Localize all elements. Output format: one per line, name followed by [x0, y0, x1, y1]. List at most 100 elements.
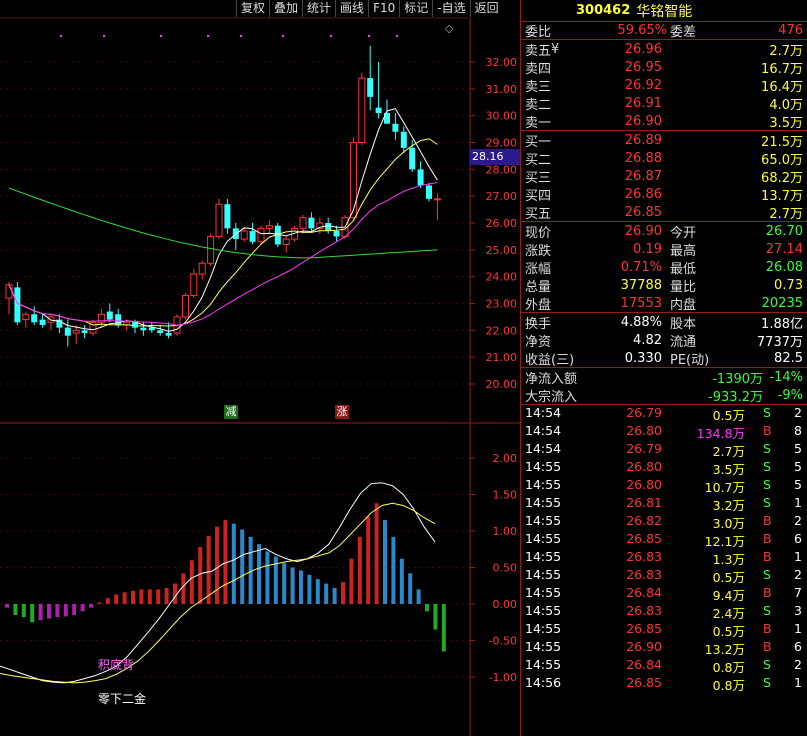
toolbar-button[interactable]: -自选 — [432, 0, 469, 17]
stat-label: 量比 — [670, 279, 697, 295]
bid-volume: 65.0万 — [761, 152, 803, 168]
ask-price: 26.95 — [624, 59, 662, 75]
candle-body-down — [39, 319, 46, 325]
trade-side: B — [763, 621, 772, 636]
toolbar-button[interactable]: 标记 — [399, 0, 432, 17]
toolbar-button[interactable]: 画线 — [335, 0, 368, 17]
flow-row: 净流入额 -1390万 -14% — [521, 368, 807, 387]
ask-level[interactable]: 卖二 26.91 4.0万 — [521, 94, 807, 113]
trade-volume: 2.7万 — [712, 444, 745, 459]
trade-row[interactable]: 14:55 26.83 0.5万 S 2 — [521, 567, 807, 585]
stat-row: 现价 26.90 今开 26.70 — [521, 222, 807, 241]
price-tick-label: 20.00 — [486, 378, 518, 391]
candle-body-up — [433, 198, 441, 201]
trade-row[interactable]: 14:55 26.80 10.7万 S 5 — [521, 477, 807, 495]
stat-label: 涨幅 — [525, 261, 552, 277]
stat-label: 涨跌 — [525, 243, 552, 259]
toolbar-button[interactable]: 复权 — [236, 0, 269, 17]
quote-stats: 现价 26.90 今开 26.70 涨跌 0.19 最高 27.14 涨幅 0.71% 最低 26.0… — [521, 222, 807, 313]
rise-marker[interactable]: 涨 — [335, 405, 349, 419]
macd-bar — [366, 516, 371, 604]
trade-side: B — [763, 531, 772, 546]
trade-count: 2 — [794, 513, 802, 528]
trade-count: 5 — [794, 477, 802, 492]
trade-price: 26.82 — [626, 513, 662, 528]
kline-svg[interactable]: 32.00 31.00 30.00 29.00 28.00 27.00 26.00 25.00… — [0, 0, 520, 736]
kline-chart-area[interactable]: 32.00 31.00 30.00 29.00 28.00 27.00 26.00 25.00… — [0, 0, 520, 736]
bid-level[interactable]: 买二 26.88 65.0万 — [521, 149, 807, 168]
bid-level-label: 买四 — [525, 188, 552, 204]
macd-bar — [231, 523, 236, 604]
trade-row[interactable]: 14:54 26.79 2.7万 S 5 — [521, 441, 807, 459]
trade-side: S — [763, 675, 771, 690]
trade-side: S — [763, 495, 771, 510]
quote-panel: 300462 华铭智能 委比 59.65% 委差 476 卖五 ¥26.96 2.7… — [520, 0, 807, 736]
bid-level[interactable]: 买一 26.89 21.5万 — [521, 131, 807, 150]
bid-price: 26.86 — [624, 186, 662, 202]
candle-body-down — [64, 327, 71, 336]
stat-label: 最高 — [670, 243, 697, 259]
trade-volume: 1.3万 — [712, 552, 745, 567]
ask-level[interactable]: 卖四 26.95 16.7万 — [521, 58, 807, 77]
ask-level-label: 卖五 — [525, 43, 552, 59]
signal-dot — [368, 35, 370, 37]
toolbar-button[interactable]: 返回 — [469, 0, 503, 17]
toolbar-button[interactable]: F10 — [368, 0, 399, 17]
trade-count: 1 — [794, 675, 802, 690]
trade-price: 26.85 — [626, 675, 662, 690]
trade-row[interactable]: 14:55 26.82 3.0万 B 2 — [521, 513, 807, 531]
macd-bar — [164, 587, 169, 604]
stat-value: 26.08 — [765, 259, 803, 275]
weicha-label: 委差 — [670, 25, 697, 40]
trade-count: 1 — [794, 495, 802, 510]
toolbar-button[interactable]: 统计 — [302, 0, 335, 17]
bid-level[interactable]: 买四 26.86 13.7万 — [521, 185, 807, 204]
price-tick-label: 30.00 — [486, 110, 518, 123]
macd-bar — [324, 583, 329, 604]
candle-body-down — [148, 327, 155, 331]
ask-level[interactable]: 卖一 26.90 3.5万 — [521, 112, 807, 131]
bid-level[interactable]: 买五 26.85 2.7万 — [521, 203, 807, 222]
trade-volume: 0.8万 — [712, 660, 745, 675]
candle-body-down — [400, 131, 407, 148]
candle-body-up — [198, 262, 206, 275]
trade-row[interactable]: 14:55 26.83 1.3万 B 1 — [521, 549, 807, 567]
trade-row[interactable]: 14:55 26.90 13.2万 B 6 — [521, 639, 807, 657]
trade-row[interactable]: 14:55 26.85 12.1万 B 6 — [521, 531, 807, 549]
macd-bar — [105, 598, 110, 604]
trade-row[interactable]: 14:55 26.85 0.5万 B 1 — [521, 621, 807, 639]
candle-body-down — [409, 147, 416, 170]
reduce-marker[interactable]: 减 — [224, 405, 238, 419]
trade-row[interactable]: 14:54 26.79 0.5万 S 2 — [521, 405, 807, 423]
macd-tick-label: -1.00 — [489, 671, 517, 684]
trade-side: S — [763, 405, 771, 420]
trade-row[interactable]: 14:55 26.81 3.2万 S 1 — [521, 495, 807, 513]
ask-price: 26.92 — [624, 77, 662, 93]
trade-side: S — [763, 657, 771, 672]
ask-level[interactable]: 卖三 26.92 16.4万 — [521, 76, 807, 95]
macd-bar — [80, 604, 85, 612]
trade-row[interactable]: 14:55 26.84 0.8万 S 2 — [521, 657, 807, 675]
tick-trades[interactable]: 14:54 26.79 0.5万 S 2 14:54 26.80 134.8万 B 8 14:54 2… — [521, 405, 807, 693]
signal-dot — [60, 35, 62, 37]
bid-volume: 68.2万 — [761, 170, 803, 186]
macd-bar — [147, 589, 152, 604]
fundamental-value: 0.330 — [624, 350, 662, 366]
trade-row[interactable]: 14:55 26.84 9.4万 B 7 — [521, 585, 807, 603]
toolbar-button[interactable]: 叠加 — [269, 0, 302, 17]
trade-row[interactable]: 14:56 26.85 0.8万 S 1 — [521, 675, 807, 693]
ask-level[interactable]: 卖五 ¥26.96 2.7万 — [521, 40, 807, 59]
stat-label: 最低 — [670, 261, 697, 277]
price-tick-label: 24.00 — [486, 271, 518, 284]
stock-header[interactable]: 300462 华铭智能 — [521, 0, 807, 22]
macd-bar — [399, 558, 404, 604]
price-tick-label: 26.00 — [486, 217, 518, 230]
bid-level[interactable]: 买三 26.87 68.2万 — [521, 167, 807, 186]
trade-row[interactable]: 14:54 26.80 134.8万 B 8 — [521, 423, 807, 441]
weibi-row: 委比 59.65% 委差 476 — [521, 22, 807, 40]
trade-row[interactable]: 14:55 26.80 3.5万 S 5 — [521, 459, 807, 477]
stat-row: 涨幅 0.71% 最低 26.08 — [521, 258, 807, 277]
macd-bar — [189, 560, 194, 604]
trade-row[interactable]: 14:55 26.83 2.4万 S 3 — [521, 603, 807, 621]
trade-volume: 0.5万 — [712, 624, 745, 639]
